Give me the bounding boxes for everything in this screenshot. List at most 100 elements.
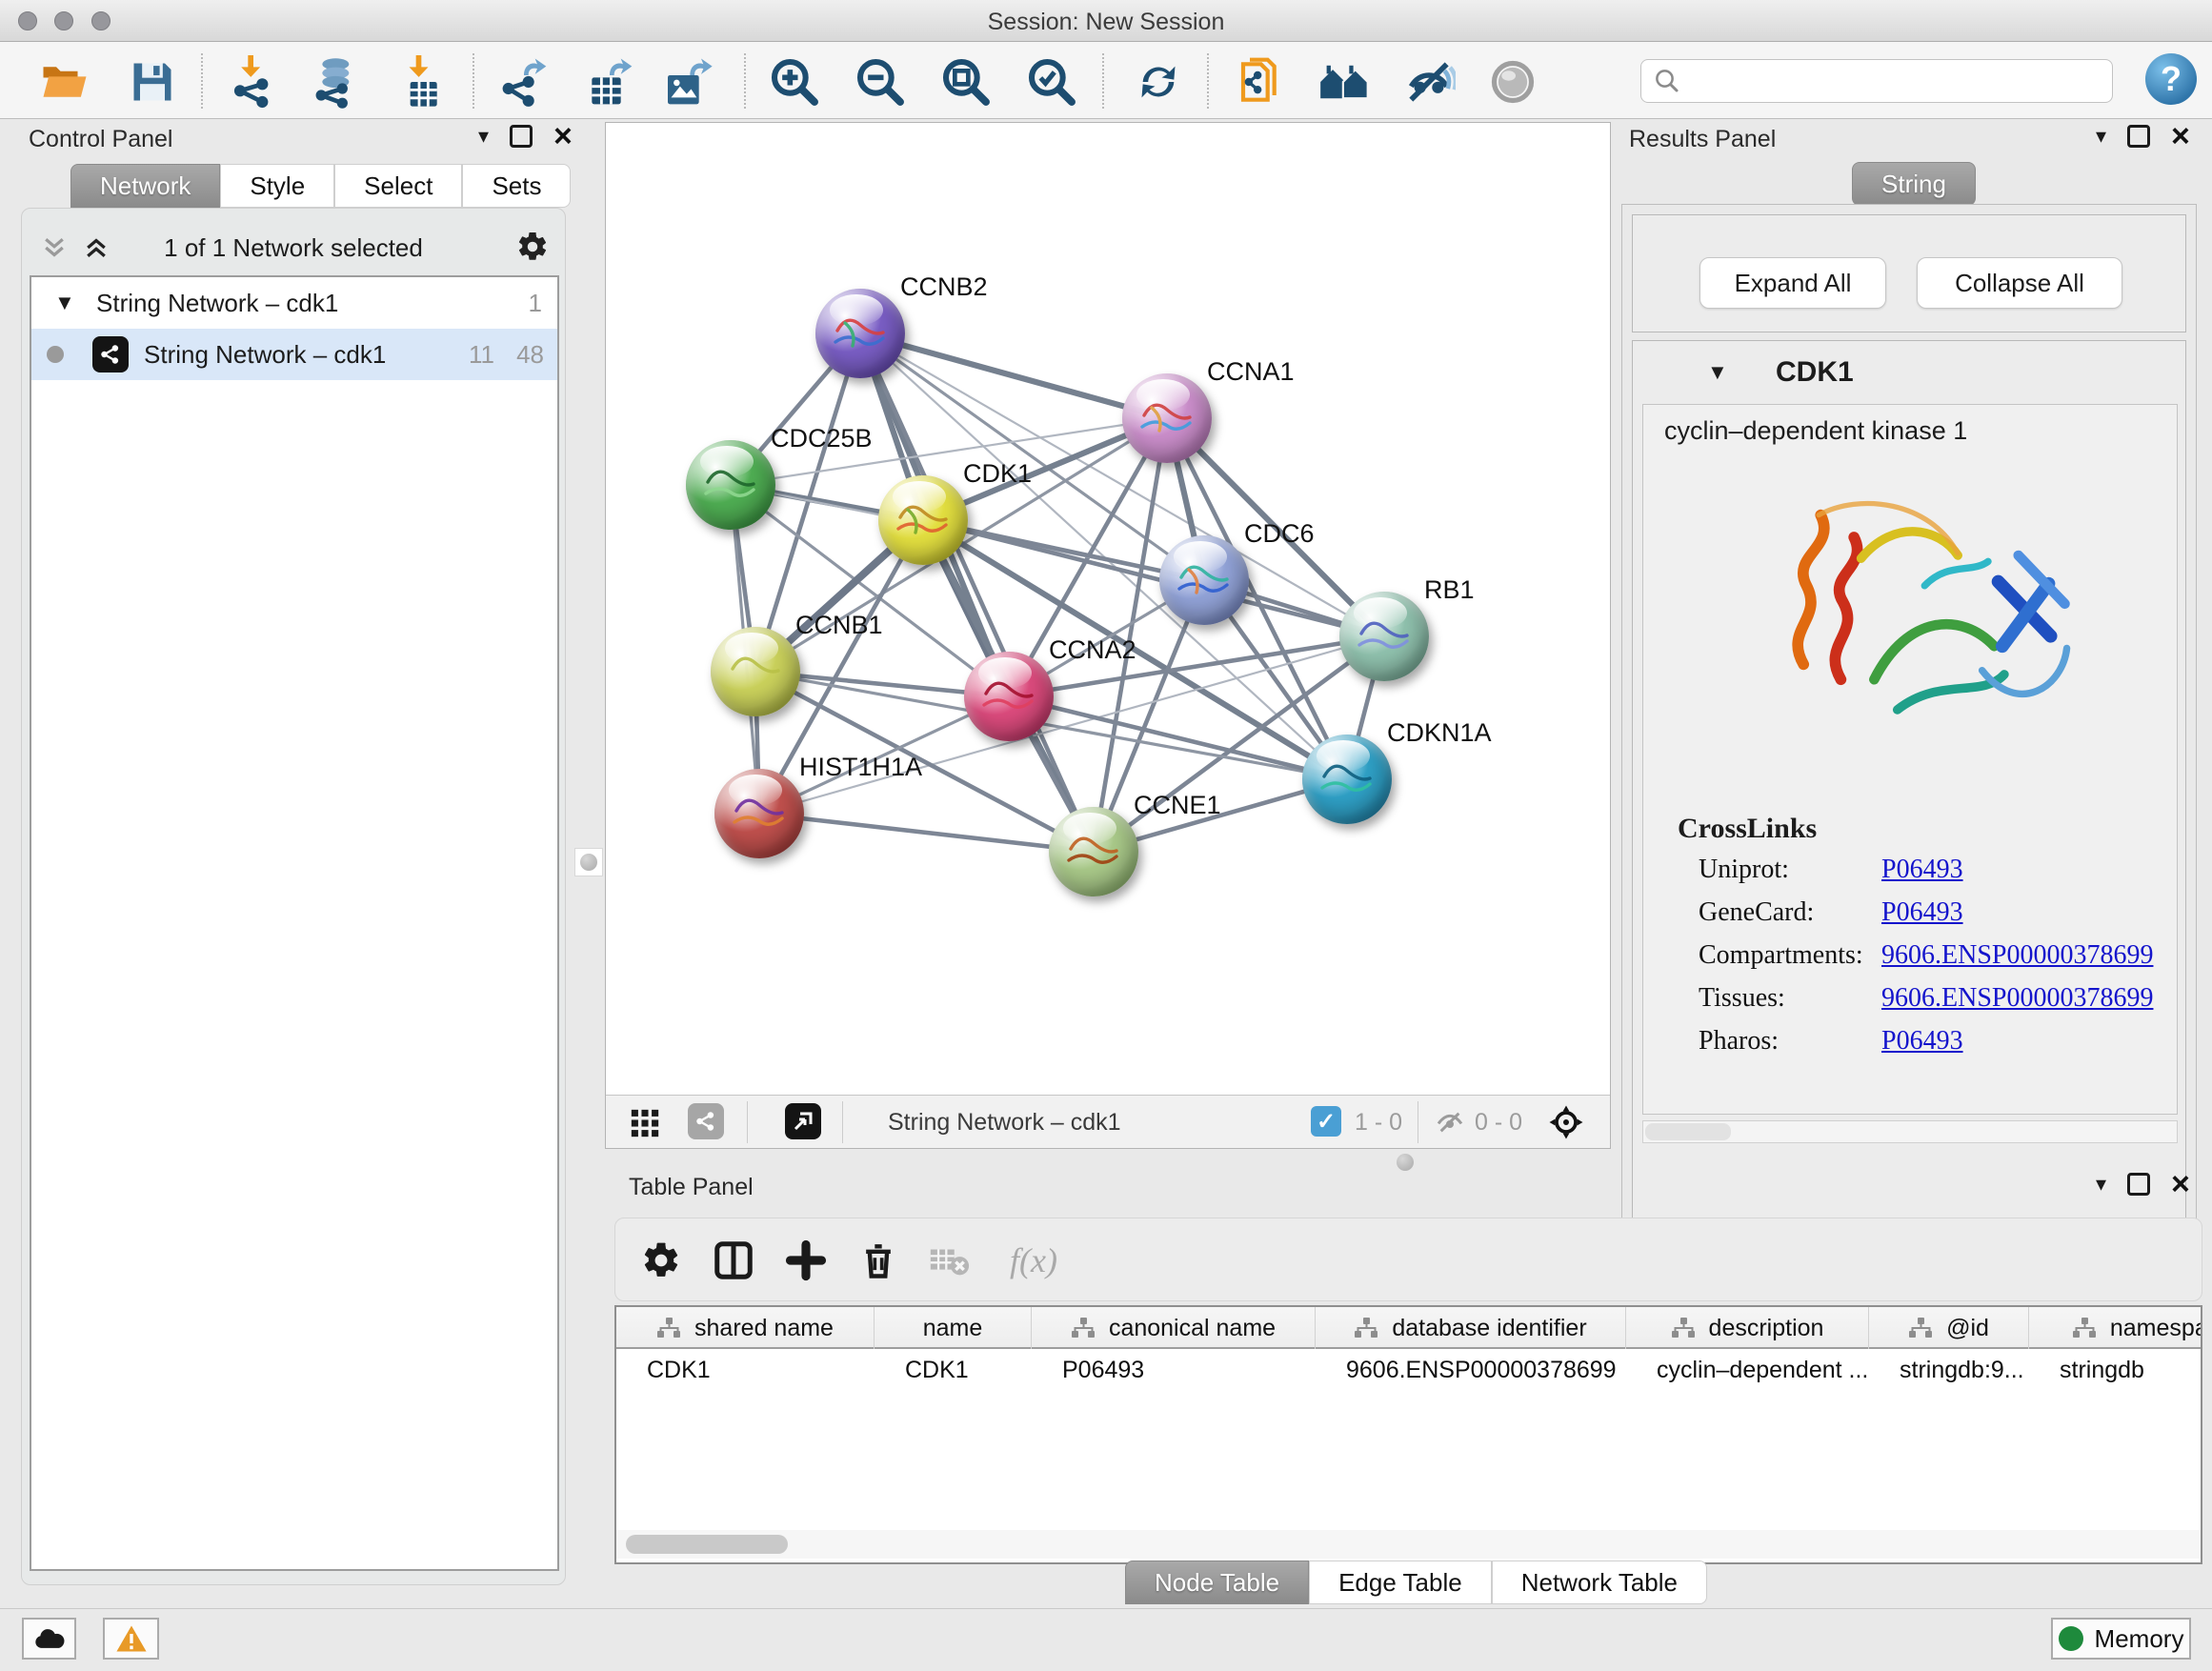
- network-node-cdc6[interactable]: [1159, 535, 1249, 625]
- network-type-icon: [92, 336, 129, 372]
- crosshair-icon[interactable]: [1547, 1103, 1585, 1141]
- table-cell[interactable]: 9606.ENSP00000378699: [1316, 1353, 1626, 1387]
- network-file-button[interactable]: [1237, 55, 1290, 109]
- tab-sets[interactable]: Sets: [462, 164, 571, 208]
- panel-close-icon[interactable]: ×: [2171, 1173, 2190, 1196]
- expand-all-button[interactable]: Expand All: [1699, 257, 1886, 309]
- tab-string[interactable]: String: [1852, 162, 1976, 206]
- save-floppy-icon: [128, 57, 177, 107]
- table-cell[interactable]: stringdb:9...: [1869, 1353, 2029, 1387]
- network-node-cdc25b[interactable]: [686, 440, 775, 530]
- panel-float-icon[interactable]: [2127, 125, 2150, 148]
- column-header-description[interactable]: description: [1626, 1307, 1869, 1349]
- grid-view-icon[interactable]: [629, 1107, 661, 1139]
- refresh-button[interactable]: [1132, 55, 1185, 109]
- tab-select[interactable]: Select: [334, 164, 462, 208]
- save-session-button[interactable]: [126, 55, 179, 109]
- delete-column-button[interactable]: [852, 1234, 905, 1287]
- tab-node-table[interactable]: Node Table: [1125, 1560, 1309, 1604]
- export-image-button[interactable]: [661, 55, 714, 109]
- string-home-button[interactable]: [1318, 55, 1372, 109]
- hide-glasses-button[interactable]: [1402, 55, 1456, 109]
- network-node-ccna2[interactable]: [964, 652, 1054, 741]
- table-cell[interactable]: CDK1: [616, 1353, 875, 1387]
- table-cell[interactable]: stringdb: [2029, 1353, 2202, 1387]
- import-table-file-button[interactable]: [392, 55, 446, 109]
- network-node-rb1[interactable]: [1339, 592, 1429, 681]
- memory-label: Memory: [2095, 1624, 2184, 1654]
- search-input[interactable]: [1681, 68, 2091, 94]
- zoom-in-button[interactable]: [768, 55, 821, 109]
- network-node-cdk1[interactable]: [878, 475, 968, 565]
- tab-style[interactable]: Style: [220, 164, 334, 208]
- show-columns-button[interactable]: [707, 1234, 760, 1287]
- tab-network[interactable]: Network: [70, 164, 220, 208]
- results-hscrollbar[interactable]: [1642, 1120, 2178, 1143]
- cloud-button[interactable]: [22, 1618, 76, 1660]
- tab-edge-table[interactable]: Edge Table: [1309, 1560, 1492, 1604]
- table-cell[interactable]: cyclin–dependent ...: [1626, 1353, 1869, 1387]
- network-node-ccnb1[interactable]: [711, 627, 800, 716]
- protein-section-header[interactable]: ▼ CDK1: [1633, 341, 2185, 404]
- search-field[interactable]: [1640, 59, 2113, 103]
- panel-close-icon[interactable]: ×: [2171, 125, 2190, 148]
- tree-expanded-icon[interactable]: ▼: [54, 291, 75, 315]
- table-hscrollbar[interactable]: [616, 1530, 2201, 1559]
- column-header-shared-name[interactable]: shared name: [616, 1307, 875, 1349]
- section-expanded-icon[interactable]: ▼: [1707, 360, 1728, 385]
- panel-close-icon[interactable]: ×: [553, 125, 573, 148]
- import-network-database-button[interactable]: [307, 55, 360, 109]
- network-edge[interactable]: [759, 814, 1094, 852]
- zoom-out-button[interactable]: [854, 55, 907, 109]
- table-settings-button[interactable]: [634, 1234, 688, 1287]
- left-splitter-grip[interactable]: [574, 848, 603, 876]
- panel-menu-icon[interactable]: ▾: [2096, 1172, 2106, 1197]
- column-header-namespace[interactable]: namespace: [2029, 1307, 2202, 1349]
- zoom-selected-button[interactable]: [1025, 55, 1078, 109]
- crosslink-link[interactable]: P06493: [1881, 855, 1963, 885]
- zoom-fit-button[interactable]: [939, 55, 993, 109]
- collapse-all-button[interactable]: Collapse All: [1917, 257, 2122, 309]
- results-panel-controls: ▾ ×: [2096, 124, 2190, 149]
- table-cell[interactable]: P06493: [1032, 1353, 1316, 1387]
- column-header-database-identifier[interactable]: database identifier: [1316, 1307, 1626, 1349]
- selected-nodes-checkbox[interactable]: ✓: [1311, 1106, 1341, 1137]
- open-session-button[interactable]: [38, 55, 91, 109]
- crosslink-link[interactable]: 9606.ENSP00000378699: [1881, 940, 2153, 971]
- table-cell[interactable]: CDK1: [875, 1353, 1032, 1387]
- panel-float-icon[interactable]: [510, 125, 533, 148]
- panel-float-icon[interactable]: [2127, 1173, 2150, 1196]
- add-column-button[interactable]: [779, 1234, 833, 1287]
- export-table-button[interactable]: [583, 55, 636, 109]
- tab-network-table[interactable]: Network Table: [1492, 1560, 1707, 1604]
- function-builder-button[interactable]: f(x): [991, 1234, 1076, 1287]
- panel-menu-icon[interactable]: ▾: [2096, 124, 2106, 149]
- birdseye-view-icon[interactable]: [785, 1103, 821, 1139]
- string-sphere-button[interactable]: [1486, 55, 1539, 109]
- network-node-ccnb2[interactable]: [815, 289, 905, 378]
- network-collection-row[interactable]: ▼ String Network – cdk1 1: [31, 277, 557, 329]
- warnings-button[interactable]: [103, 1618, 159, 1660]
- import-network-file-button[interactable]: [227, 55, 280, 109]
- help-button[interactable]: ?: [2145, 53, 2197, 105]
- column-header-canonical-name[interactable]: canonical name: [1032, 1307, 1316, 1349]
- network-row[interactable]: String Network – cdk1 11 48: [31, 329, 557, 380]
- crosslink-link[interactable]: P06493: [1881, 897, 1963, 928]
- network-edge[interactable]: [923, 520, 1384, 636]
- column-header--id[interactable]: @id: [1869, 1307, 2029, 1349]
- export-network-button[interactable]: [497, 55, 551, 109]
- panel-menu-icon[interactable]: ▾: [478, 124, 489, 149]
- memory-button[interactable]: Memory: [2051, 1618, 2191, 1660]
- network-node-cdkn1a[interactable]: [1302, 735, 1392, 824]
- network-node-ccna1[interactable]: [1122, 373, 1212, 463]
- clear-table-button[interactable]: [922, 1234, 975, 1287]
- column-header-name[interactable]: name: [875, 1307, 1032, 1349]
- crosslink-link[interactable]: 9606.ENSP00000378699: [1881, 983, 2153, 1014]
- network-node-ccne1[interactable]: [1049, 807, 1138, 896]
- network-share-icon[interactable]: [688, 1103, 724, 1139]
- network-canvas[interactable]: CCNB2CCNA1CDC25BCDK1CDC6RB1CCNB1CCNA2CDK…: [606, 123, 1610, 1095]
- table-hscroll-thumb[interactable]: [626, 1535, 788, 1554]
- gear-icon[interactable]: [515, 230, 550, 264]
- network-node-hist1h1a[interactable]: [714, 769, 804, 858]
- crosslink-link[interactable]: P06493: [1881, 1026, 1963, 1057]
